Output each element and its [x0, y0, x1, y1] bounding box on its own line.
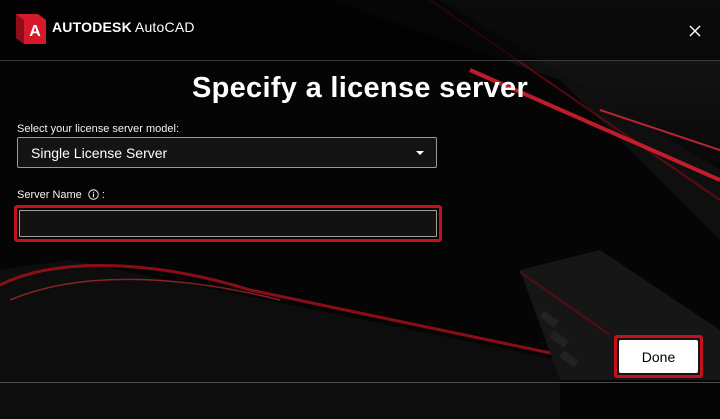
chevron-down-icon [416, 151, 424, 155]
server-name-label-colon: : [101, 189, 105, 201]
done-button[interactable]: Done [619, 340, 698, 373]
server-name-field-highlight [14, 205, 442, 242]
license-dialog-window: A AUTODESK AutoCAD Specify a license serv… [0, 0, 720, 419]
done-button-highlight: Done [614, 335, 703, 378]
license-model-dropdown[interactable]: Single License Server [17, 137, 437, 168]
server-name-label: Server Name [17, 189, 82, 201]
footer-divider [0, 382, 720, 383]
info-icon[interactable] [88, 188, 99, 200]
license-model-label: Select your license server model: [17, 123, 180, 135]
logo-letter: A [29, 23, 41, 40]
autodesk-autocad-logo: A [16, 14, 46, 44]
server-name-input[interactable] [19, 210, 437, 237]
close-icon[interactable] [684, 20, 706, 42]
brand-product: AutoCAD [134, 19, 195, 35]
title-bar: A AUTODESK AutoCAD [0, 0, 720, 61]
brand-company: AUTODESK [52, 19, 132, 35]
server-name-label-row: Server Name : [17, 188, 105, 201]
license-model-selected-value: Single License Server [31, 145, 168, 161]
page-title: Specify a license server [191, 72, 529, 104]
app-brand: AUTODESK AutoCAD [52, 19, 195, 35]
